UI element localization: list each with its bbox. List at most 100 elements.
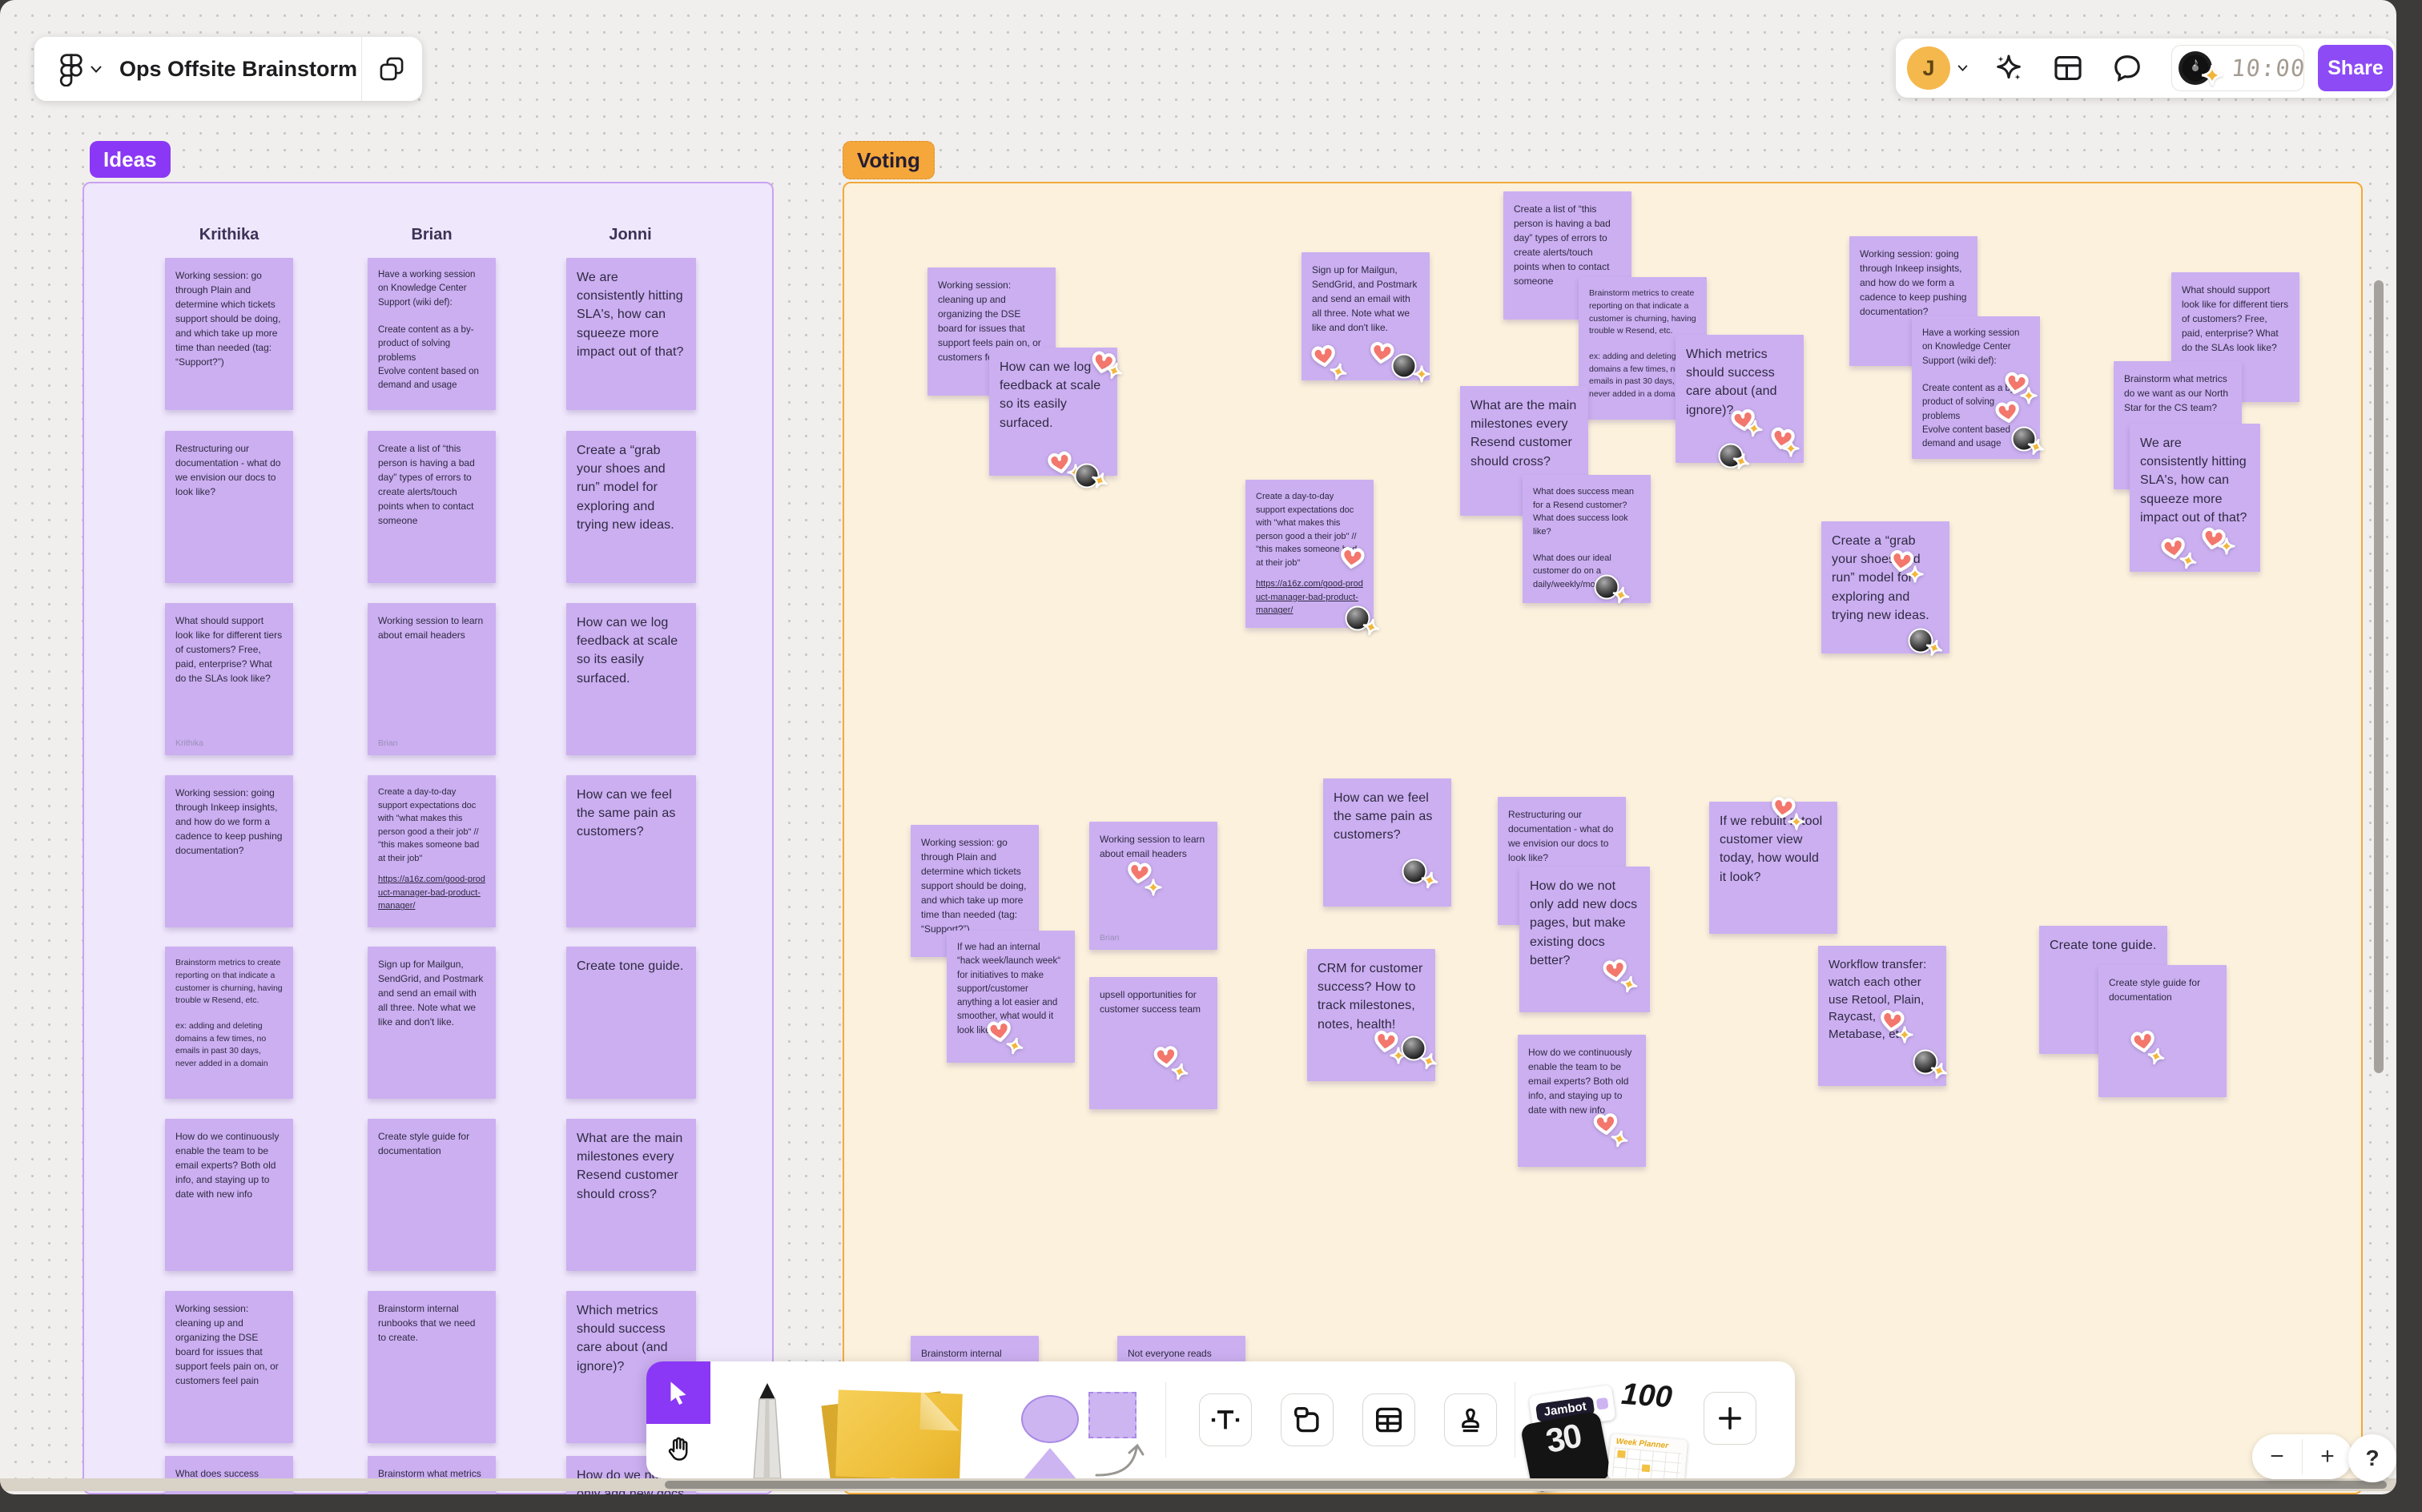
- sparkle-sticker[interactable]: [1732, 452, 1750, 470]
- sparkle-sticker[interactable]: [1006, 1037, 1024, 1055]
- duplicate-file-icon[interactable]: [369, 53, 414, 85]
- ai-sparkle-icon[interactable]: [1989, 50, 2029, 86]
- sparkle-sticker[interactable]: [1906, 565, 1924, 583]
- section-tool-button[interactable]: [1281, 1393, 1334, 1446]
- sticky-note[interactable]: What should support look like for differ…: [165, 603, 293, 755]
- avatar-chevron-icon[interactable]: [1955, 61, 1969, 75]
- sparkle-sticker[interactable]: [1925, 639, 1943, 657]
- heart-sticker[interactable]: [1338, 546, 1367, 573]
- stamp-tool-button[interactable]: [1444, 1393, 1497, 1446]
- share-button[interactable]: Share: [2318, 45, 2393, 91]
- comments-icon[interactable]: [2107, 50, 2147, 86]
- sticky-note[interactable]: What are the main milestones every Resen…: [566, 1119, 696, 1271]
- sparkle-sticker[interactable]: [1091, 472, 1108, 489]
- figma-logo-icon[interactable]: [58, 53, 84, 86]
- sticky-note[interactable]: Create a list of “this person is having …: [368, 431, 496, 583]
- sparkle-sticker[interactable]: [2218, 537, 2235, 555]
- sparkle-sticker[interactable]: [1611, 1130, 1628, 1148]
- sticky-note[interactable]: Working session: going through Inkeep in…: [165, 775, 293, 927]
- connector-arrow-icon[interactable]: [1092, 1440, 1159, 1478]
- zoom-out-button[interactable]: −: [2252, 1434, 2302, 1479]
- sparkle-sticker[interactable]: [1896, 1026, 1913, 1044]
- sparkle-sticker[interactable]: [1105, 362, 1123, 380]
- sticky-note[interactable]: Which metrics should success care about …: [1676, 335, 1804, 470]
- sticky-note[interactable]: Working session to learn about email hea…: [368, 603, 496, 755]
- sticky-note[interactable]: Create a day-to-day support expectations…: [1245, 480, 1380, 636]
- sparkle-sticker[interactable]: [2027, 438, 2045, 456]
- sticky-note[interactable]: How can we feel the same pain as custome…: [1323, 778, 1451, 907]
- sticky-note-link[interactable]: https://a16z.com/good-product-manager-ba…: [378, 873, 485, 913]
- sparkle-sticker[interactable]: [1330, 363, 1347, 380]
- sticky-note[interactable]: We are consistently hitting SLA's, how c…: [566, 258, 696, 410]
- sparkle-sticker[interactable]: [1620, 975, 1638, 993]
- sticky-note[interactable]: How can we log feedback at scale so its …: [566, 603, 696, 755]
- sticky-note[interactable]: Brainstorm internal runbooks that we nee…: [368, 1291, 496, 1443]
- sticky-note[interactable]: If we had an internal “hack week/launch …: [947, 931, 1075, 1063]
- horizontal-scrollbar-thumb[interactable]: [665, 1481, 2387, 1489]
- sticky-note[interactable]: How can we log feedback at scale so its …: [989, 348, 1123, 489]
- sparkle-sticker[interactable]: [2020, 387, 2038, 404]
- sparkle-sticker[interactable]: [1413, 365, 1430, 383]
- sparkle-sticker[interactable]: [1745, 420, 1763, 437]
- sparkle-sticker[interactable]: [2179, 552, 2197, 569]
- file-menu-chevron-icon[interactable]: [89, 62, 103, 75]
- sparkle-sticker[interactable]: [1145, 879, 1162, 896]
- header-divider: [361, 37, 362, 101]
- zoom-in-button[interactable]: +: [2303, 1434, 2352, 1479]
- sticky-note[interactable]: How do we continuously enable the team t…: [165, 1119, 293, 1271]
- widgets-collage-button[interactable]: Jambot 30 100 Week Planner: [1519, 1369, 1698, 1494]
- sticky-note[interactable]: Brainstorm metrics to create reporting o…: [165, 947, 293, 1099]
- vertical-scrollbar[interactable]: [2374, 280, 2384, 1073]
- sticky-note[interactable]: If we rebuilt retool customer view today…: [1709, 796, 1837, 934]
- help-button[interactable]: ?: [2348, 1434, 2396, 1482]
- sticky-note[interactable]: Working session to learn about email hea…: [1089, 822, 1217, 950]
- sticky-note[interactable]: What does success mean for a Resend cust…: [1523, 475, 1651, 604]
- triangle-shape-icon[interactable]: [1023, 1448, 1077, 1480]
- sticky-note[interactable]: Create a “grab your shoes and run” model…: [566, 431, 696, 583]
- sparkle-sticker[interactable]: [1930, 1062, 1948, 1080]
- sparkle-sticker[interactable]: [1782, 440, 1800, 457]
- sticky-note[interactable]: How can we feel the same pain as custome…: [566, 775, 696, 927]
- add-more-tools-button[interactable]: [1704, 1392, 1756, 1445]
- select-tool-button[interactable]: [646, 1361, 710, 1424]
- sticky-note[interactable]: Create style guide for documentation: [368, 1119, 496, 1271]
- sticky-note[interactable]: Sign up for Mailgun, SendGrid, and Postm…: [1302, 252, 1430, 383]
- sparkle-sticker[interactable]: [1171, 1063, 1189, 1080]
- square-shape-icon[interactable]: [1088, 1392, 1137, 1438]
- horizontal-scrollbar-track[interactable]: [0, 1478, 2396, 1491]
- sticky-note[interactable]: Have a working session on Knowledge Cent…: [1912, 316, 2045, 459]
- sticky-note[interactable]: Sign up for Mailgun, SendGrid, and Postm…: [368, 947, 496, 1099]
- sticky-note[interactable]: Restructuring our documentation - what d…: [165, 431, 293, 583]
- sparkle-sticker[interactable]: [1421, 871, 1438, 889]
- sticky-note[interactable]: Create a day-to-day support expectations…: [368, 775, 496, 927]
- sticky-note-tool-button[interactable]: [821, 1389, 968, 1486]
- ellipse-shape-icon[interactable]: [1021, 1395, 1079, 1443]
- text-tool-button[interactable]: [1199, 1393, 1252, 1446]
- sticky-note[interactable]: Workflow transfer: watch each other use …: [1818, 946, 1948, 1086]
- sticky-note-text: Create a “grab your shoes and run” model…: [577, 444, 674, 532]
- sticky-note[interactable]: How do we continuously enable the team t…: [1518, 1035, 1646, 1167]
- sticky-note[interactable]: CRM for customer success? How to track m…: [1307, 949, 1438, 1081]
- sparkle-sticker[interactable]: [2147, 1048, 2165, 1065]
- sticky-note[interactable]: Create style guide for documentation: [2098, 965, 2227, 1097]
- file-title[interactable]: Ops Offsite Brainstorm: [119, 37, 357, 101]
- sticky-note[interactable]: Create tone guide.: [566, 947, 696, 1099]
- sticky-note[interactable]: How do we not only add new docs pages, b…: [1519, 867, 1650, 1012]
- sticky-note[interactable]: Working session: cleaning up and organiz…: [165, 1291, 293, 1443]
- user-avatar[interactable]: J: [1907, 46, 1950, 90]
- sparkle-sticker[interactable]: [1612, 586, 1630, 604]
- sticky-note[interactable]: Working session: go through Plain and de…: [165, 258, 293, 410]
- hand-tool-button[interactable]: [646, 1424, 710, 1478]
- table-tool-button[interactable]: [1362, 1393, 1415, 1446]
- sticky-note[interactable]: Have a working session on Knowledge Cent…: [368, 258, 496, 410]
- timer-widget[interactable]: 10:00: [2171, 45, 2307, 91]
- sparkle-sticker[interactable]: [1362, 618, 1380, 636]
- marker-tool-button[interactable]: [749, 1381, 786, 1478]
- sticky-note[interactable]: We are consistently hitting SLA's, how c…: [2130, 424, 2260, 572]
- sparkle-sticker[interactable]: [1420, 1052, 1438, 1070]
- sticky-note[interactable]: upsell opportunities for customer succes…: [1089, 977, 1217, 1109]
- templates-icon[interactable]: [2048, 50, 2088, 86]
- sparkle-sticker[interactable]: [1788, 813, 1805, 830]
- heart-sticker[interactable]: [1994, 400, 2023, 428]
- sticky-note[interactable]: Create a “grab your shoes and run” model…: [1821, 521, 1949, 657]
